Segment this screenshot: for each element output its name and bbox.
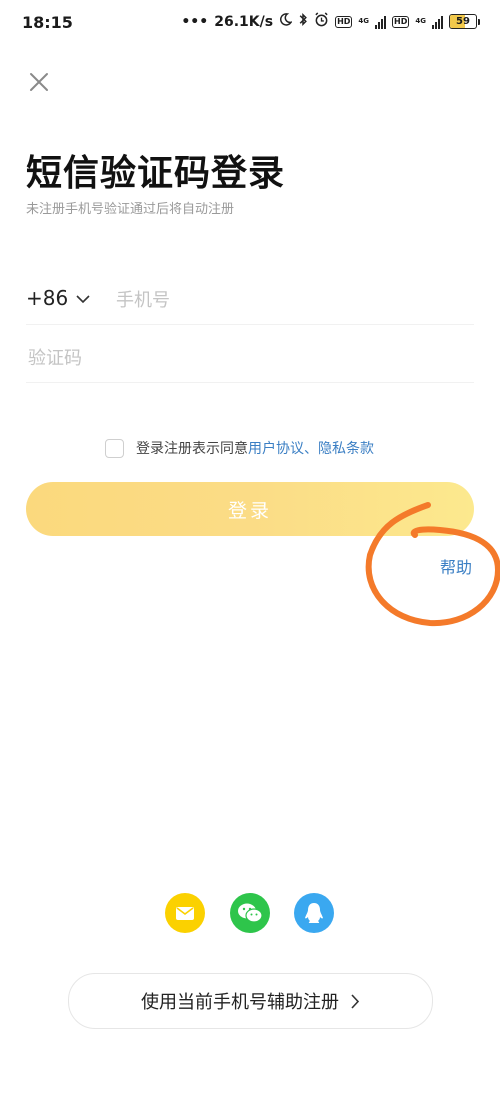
- moon-icon: [279, 13, 293, 30]
- battery-level: 59: [456, 16, 470, 27]
- signal-icon-2: [432, 15, 443, 29]
- status-time: 18:15: [22, 13, 73, 32]
- agreement-text: 登录注册表示同意: [136, 441, 248, 457]
- page-title: 短信验证码登录: [26, 153, 286, 194]
- assist-register-button[interactable]: 使用当前手机号辅助注册: [68, 973, 433, 1029]
- hd-icon: HD: [392, 15, 410, 28]
- dots-icon: •••: [181, 13, 209, 30]
- alarm-icon: [314, 12, 329, 31]
- battery-icon: 59: [449, 14, 480, 29]
- help-link[interactable]: 帮助: [440, 554, 472, 578]
- agreement-row: 登录注册表示同意 用户协议 、 隐私条款: [105, 438, 374, 458]
- close-icon: [30, 73, 48, 91]
- mail-icon: [176, 906, 194, 920]
- wechat-login-button[interactable]: [230, 893, 270, 933]
- country-code-selector[interactable]: +86: [26, 286, 90, 310]
- user-agreement-link[interactable]: 用户协议: [248, 438, 304, 458]
- signal-icon-1: [375, 15, 387, 29]
- verification-code-input[interactable]: [26, 342, 470, 374]
- code-row: [26, 338, 474, 383]
- page-subtitle: 未注册手机号验证通过后将自动注册: [26, 202, 235, 217]
- phone-row: +86: [26, 280, 474, 325]
- qq-icon: [305, 903, 323, 923]
- status-bar: 18:15 ••• 26.1K/s HD 4G HD 4G 59: [0, 0, 500, 44]
- assist-register-label: 使用当前手机号辅助注册: [141, 992, 339, 1013]
- network-speed: 26.1K/s: [214, 13, 274, 30]
- country-code: +86: [26, 286, 69, 310]
- phone-input[interactable]: [114, 284, 458, 316]
- network-type-1: 4G: [358, 17, 370, 25]
- agreement-checkbox[interactable]: [105, 438, 124, 458]
- qq-login-button[interactable]: [294, 893, 334, 933]
- wechat-icon: [238, 903, 263, 923]
- login-button[interactable]: 登录: [26, 482, 474, 536]
- agreement-separator: 、: [304, 441, 318, 457]
- chevron-down-icon: [76, 294, 90, 303]
- chevron-right-icon: [351, 993, 360, 1009]
- privacy-policy-link[interactable]: 隐私条款: [318, 438, 374, 458]
- mail-login-button[interactable]: [165, 893, 205, 933]
- hd-icon: HD: [335, 15, 353, 28]
- bluetooth-icon: [298, 12, 308, 31]
- close-button[interactable]: [26, 69, 52, 95]
- network-type-2: 4G: [415, 17, 426, 25]
- status-icons: ••• 26.1K/s HD 4G HD 4G 59: [181, 12, 480, 31]
